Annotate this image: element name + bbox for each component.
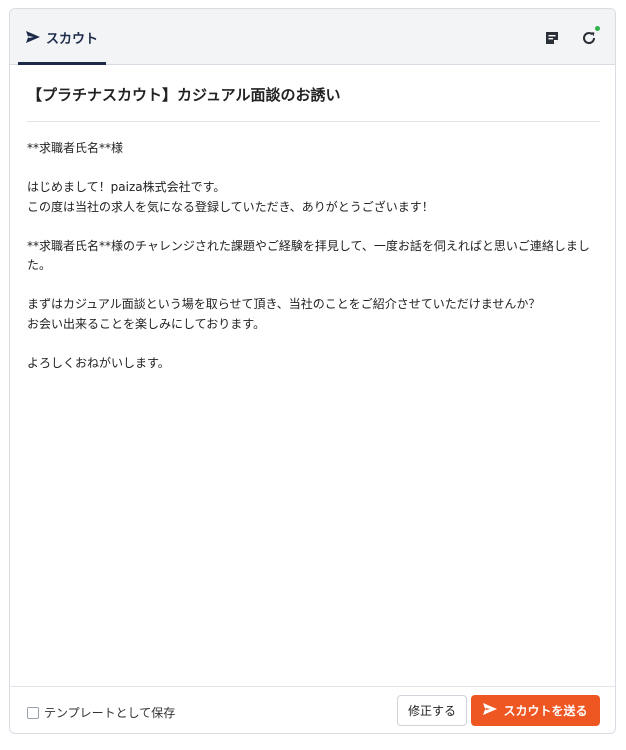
memo-icon[interactable]: [543, 29, 561, 47]
paragraph: はじめまして！paiza株式会社です。 この度は当社の求人を気になる登録していた…: [27, 178, 603, 217]
body-line: **求職者氏名**様のチャレンジされた課題やご経験を拝見して、一度お話を伺えれば…: [27, 238, 590, 273]
active-tab-indicator: [18, 62, 106, 65]
body-line: この度は当社の求人を気になる登録していただき、ありがとうございます！: [27, 199, 434, 214]
tab-scout[interactable]: スカウト: [18, 9, 106, 65]
body-line: はじめまして！paiza株式会社です。: [27, 180, 226, 194]
scout-panel: スカウト 【プラチナスカウト】カジュアル面談のお誘い **求職者氏名**様 はじ…: [9, 8, 616, 734]
paragraph: まずはカジュアル面談という場を取らせて頂き、当社のことをご紹介させていただけませ…: [27, 295, 603, 334]
send-icon: [25, 31, 40, 43]
panel-footer: テンプレートとして保存 修正する スカウトを送る: [10, 686, 615, 733]
save-template-label: テンプレートとして保存: [44, 706, 176, 720]
body-line: **求職者氏名**様: [27, 141, 124, 155]
send-scout-label: スカウトを送る: [503, 704, 588, 718]
tab-scout-label: スカウト: [45, 31, 98, 47]
paragraph: よろしくおねがいします。: [27, 354, 603, 374]
status-dot: [595, 26, 600, 31]
edit-button[interactable]: 修正する: [397, 695, 467, 726]
save-template-toggle[interactable]: テンプレートとして保存: [27, 704, 175, 721]
refresh-icon[interactable]: [580, 26, 600, 47]
message-body: **求職者氏名**様 はじめまして！paiza株式会社です。 この度は当社の求人…: [27, 139, 603, 393]
subject-divider: [27, 121, 600, 122]
paragraph: **求職者氏名**様のチャレンジされた課題やご経験を拝見して、一度お話を伺えれば…: [27, 237, 603, 276]
send-scout-button[interactable]: スカウトを送る: [471, 695, 600, 726]
body-line: お会い出来ることを楽しみにしております。: [27, 316, 266, 331]
body-line: まずはカジュアル面談という場を取らせて頂き、当社のことをご紹介させていただけませ…: [27, 297, 541, 311]
panel-header: スカウト: [10, 9, 615, 65]
send-icon: [483, 703, 498, 718]
paragraph: **求職者氏名**様: [27, 139, 603, 159]
message-subject: 【プラチナスカウト】カジュアル面談のお誘い: [27, 86, 341, 104]
save-template-checkbox[interactable]: [27, 706, 39, 719]
body-line: よろしくおねがいします。: [27, 355, 170, 370]
